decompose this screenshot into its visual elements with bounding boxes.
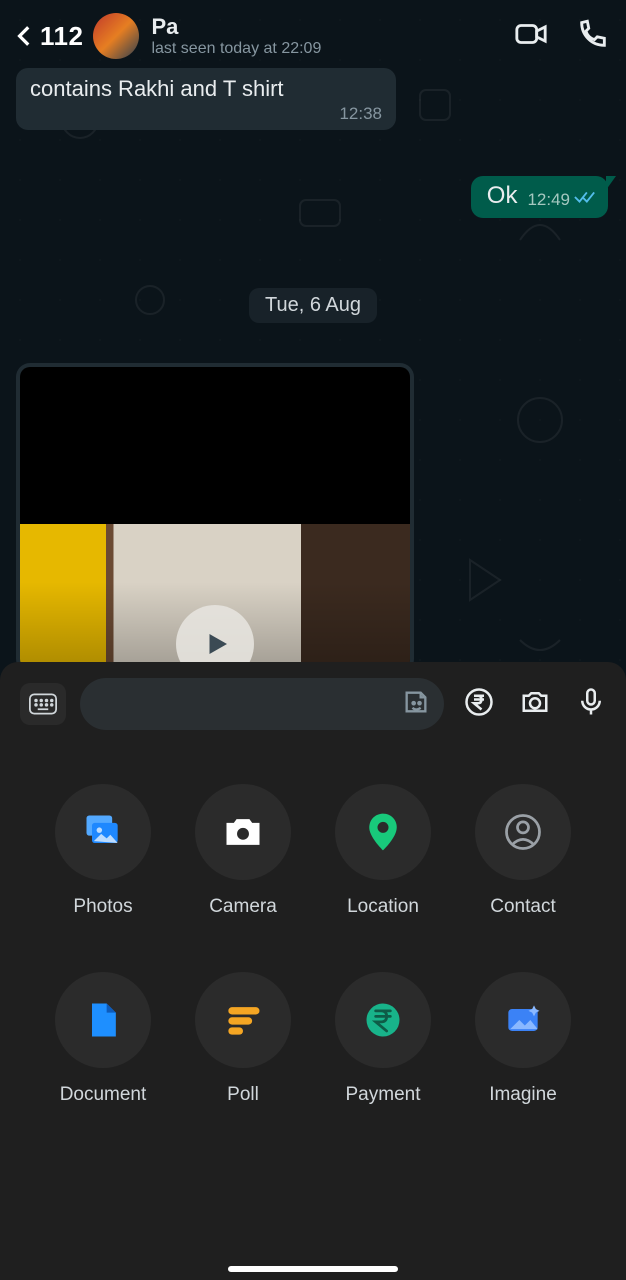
voice-call-button[interactable] — [576, 17, 610, 56]
message-time: 12:38 — [30, 104, 382, 124]
unread-count: 112 — [40, 21, 83, 52]
imagine-icon — [501, 998, 545, 1042]
attachment-label: Contact — [490, 896, 555, 918]
attachment-label: Location — [347, 896, 419, 918]
message-text: contains Rakhi and T shirt — [30, 76, 382, 102]
back-button[interactable]: 112 — [12, 21, 83, 52]
attachment-camera[interactable]: Camera — [178, 784, 308, 918]
attachment-photos[interactable]: Photos — [38, 784, 168, 918]
sticker-button[interactable] — [402, 688, 430, 721]
chat-header: 112 Pa last seen today at 22:09 — [0, 0, 626, 72]
poll-icon — [221, 998, 265, 1042]
attachment-label: Document — [60, 1084, 147, 1106]
attachment-sheet: Photos Camera Location Contact Document … — [0, 662, 626, 1280]
contact-icon — [501, 810, 545, 854]
home-indicator[interactable] — [228, 1266, 398, 1272]
last-seen: last seen today at 22:09 — [151, 40, 514, 58]
payment-icon — [361, 998, 405, 1042]
attachment-label: Imagine — [489, 1084, 557, 1106]
microphone-button[interactable] — [576, 687, 606, 722]
camera-button[interactable] — [520, 687, 550, 722]
attachment-label: Photos — [73, 896, 132, 918]
keyboard-button[interactable] — [20, 683, 66, 725]
date-separator: Tue, 6 Aug — [249, 288, 377, 323]
document-icon — [81, 998, 125, 1042]
attachment-label: Payment — [346, 1084, 421, 1106]
rupee-button[interactable] — [464, 687, 494, 722]
read-receipt-icon — [574, 189, 596, 210]
video-message[interactable] — [16, 363, 414, 673]
attachment-imagine[interactable]: Imagine — [458, 972, 588, 1106]
incoming-message[interactable]: contains Rakhi and T shirt 12:38 — [16, 68, 396, 130]
contact-info[interactable]: Pa last seen today at 22:09 — [151, 14, 514, 58]
video-call-button[interactable] — [514, 17, 548, 56]
attachment-location[interactable]: Location — [318, 784, 448, 918]
message-input[interactable] — [80, 678, 444, 730]
contact-avatar[interactable] — [93, 13, 139, 59]
message-text: Ok — [487, 182, 518, 210]
message-time: 12:49 — [527, 190, 570, 210]
outgoing-message[interactable]: Ok 12:49 — [471, 176, 608, 218]
attachment-label: Camera — [209, 896, 277, 918]
location-icon — [361, 810, 405, 854]
attachment-document[interactable]: Document — [38, 972, 168, 1106]
contact-name: Pa — [151, 14, 514, 40]
attachment-label: Poll — [227, 1084, 259, 1106]
attachment-poll[interactable]: Poll — [178, 972, 308, 1106]
camera-icon — [221, 810, 265, 854]
attachment-contact[interactable]: Contact — [458, 784, 588, 918]
photos-icon — [81, 810, 125, 854]
attachment-payment[interactable]: Payment — [318, 972, 448, 1106]
